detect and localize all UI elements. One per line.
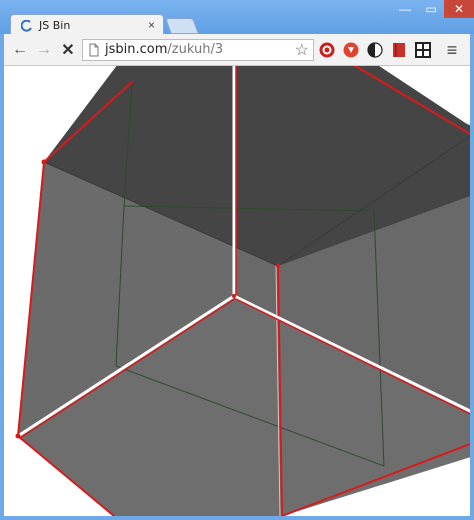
red-circle-icon[interactable] bbox=[318, 41, 336, 59]
url-path: /zukuh/3 bbox=[167, 42, 224, 57]
red-book-icon[interactable] bbox=[390, 41, 408, 59]
jsbin-favicon-icon bbox=[21, 20, 32, 32]
cube-canvas[interactable] bbox=[4, 66, 470, 516]
new-tab-button[interactable] bbox=[165, 18, 199, 34]
url-host: jsbin.com bbox=[105, 42, 168, 57]
tab-jsbin[interactable]: JS Bin × bbox=[10, 14, 164, 36]
menu-icon[interactable]: ≡ bbox=[442, 40, 462, 60]
tab-close-icon[interactable]: × bbox=[148, 18, 155, 32]
dark-grid-icon[interactable] bbox=[414, 41, 432, 59]
browser-toolbar: ← → ✕ jsbin.com/zukuh/3 ☆ ≡ bbox=[4, 34, 470, 66]
window-bottom-border bbox=[0, 516, 474, 520]
page-icon bbox=[89, 43, 99, 57]
url-text: jsbin.com/zukuh/3 bbox=[105, 42, 223, 57]
back-button[interactable]: ← bbox=[10, 40, 30, 60]
half-moon-icon[interactable] bbox=[366, 41, 384, 59]
red-shield-icon[interactable] bbox=[342, 41, 360, 59]
page-content bbox=[4, 66, 470, 516]
bookmark-star-icon[interactable]: ☆ bbox=[295, 40, 309, 60]
title-bar: JS Bin × — ▭ ✕ bbox=[0, 0, 474, 36]
browser-window: JS Bin × — ▭ ✕ ← → ✕ jsbin.com/zukuh/3 ☆ bbox=[0, 0, 474, 520]
address-bar[interactable]: jsbin.com/zukuh/3 ☆ bbox=[82, 39, 314, 61]
maximize-button[interactable]: ▭ bbox=[418, 0, 444, 18]
forward-button[interactable]: → bbox=[34, 40, 54, 60]
tab-title: JS Bin bbox=[39, 19, 71, 32]
minimize-button[interactable]: — bbox=[392, 0, 418, 18]
close-window-button[interactable]: ✕ bbox=[444, 0, 474, 18]
stop-button[interactable]: ✕ bbox=[58, 40, 78, 60]
